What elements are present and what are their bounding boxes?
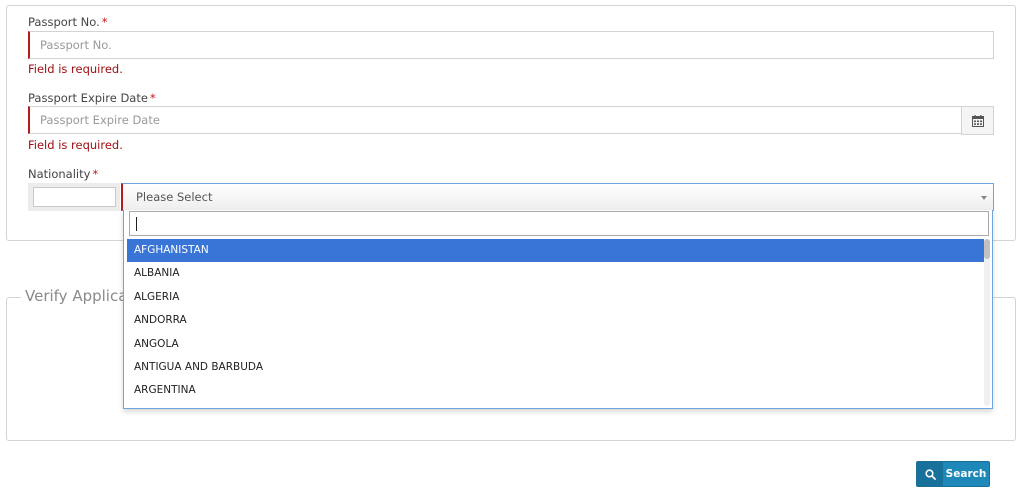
option-afghanistan[interactable]: AFGHANISTAN bbox=[127, 239, 984, 263]
nationality-label: Nationality * bbox=[28, 167, 98, 181]
passport-expire-date-input[interactable]: Passport Expire Date bbox=[28, 106, 962, 134]
passport-no-placeholder: Passport No. bbox=[40, 38, 112, 52]
option-argentina[interactable]: ARGENTINA bbox=[127, 379, 984, 402]
option-angola[interactable]: ANGOLA bbox=[127, 333, 984, 356]
option-albania[interactable]: ALBANIA bbox=[127, 262, 984, 285]
required-mark: * bbox=[149, 91, 156, 105]
search-icon bbox=[924, 468, 936, 480]
passport-expire-date-error: Field is required. bbox=[28, 138, 123, 152]
nationality-selected-value: Please Select bbox=[136, 190, 213, 204]
passport-no-input[interactable]: Passport No. bbox=[28, 31, 994, 59]
passport-no-label: Passport No. * bbox=[28, 15, 108, 29]
passport-expire-date-placeholder: Passport Expire Date bbox=[40, 113, 160, 127]
nationality-code-input[interactable] bbox=[33, 187, 116, 207]
text-caret bbox=[136, 217, 137, 231]
passport-no-error: Field is required. bbox=[28, 62, 123, 76]
option-algeria[interactable]: ALGERIA bbox=[127, 286, 984, 309]
nationality-dropdown: AFGHANISTAN ALBANIA ALGERIA ANDORRA ANGO… bbox=[123, 210, 993, 409]
nationality-options-list: AFGHANISTAN ALBANIA ALGERIA ANDORRA ANGO… bbox=[127, 239, 984, 403]
passport-expire-date-label-text: Passport Expire Date bbox=[28, 91, 148, 105]
search-button-label: Search bbox=[945, 468, 987, 480]
passport-no-label-text: Passport No. bbox=[28, 15, 100, 29]
required-mark: * bbox=[92, 167, 99, 181]
option-andorra[interactable]: ANDORRA bbox=[127, 309, 984, 332]
calendar-icon bbox=[971, 114, 984, 127]
required-mark: * bbox=[101, 15, 108, 29]
scrollbar-thumb[interactable] bbox=[984, 239, 990, 259]
calendar-button[interactable] bbox=[961, 106, 994, 135]
search-button[interactable]: Search bbox=[916, 461, 990, 487]
passport-expire-date-label: Passport Expire Date * bbox=[28, 91, 156, 105]
search-icon-box bbox=[917, 462, 943, 486]
verify-panel-legend: Verify Applica bbox=[21, 287, 132, 305]
option-antigua-and-barbuda[interactable]: ANTIGUA AND BARBUDA bbox=[127, 356, 984, 379]
nationality-select[interactable]: Please Select bbox=[121, 183, 994, 211]
dropdown-arrow-icon[interactable] bbox=[981, 196, 987, 200]
nationality-search-input[interactable] bbox=[129, 211, 989, 236]
nationality-code-group bbox=[28, 183, 120, 211]
nationality-label-text: Nationality bbox=[28, 167, 91, 181]
dropdown-scrollbar[interactable] bbox=[984, 239, 990, 406]
